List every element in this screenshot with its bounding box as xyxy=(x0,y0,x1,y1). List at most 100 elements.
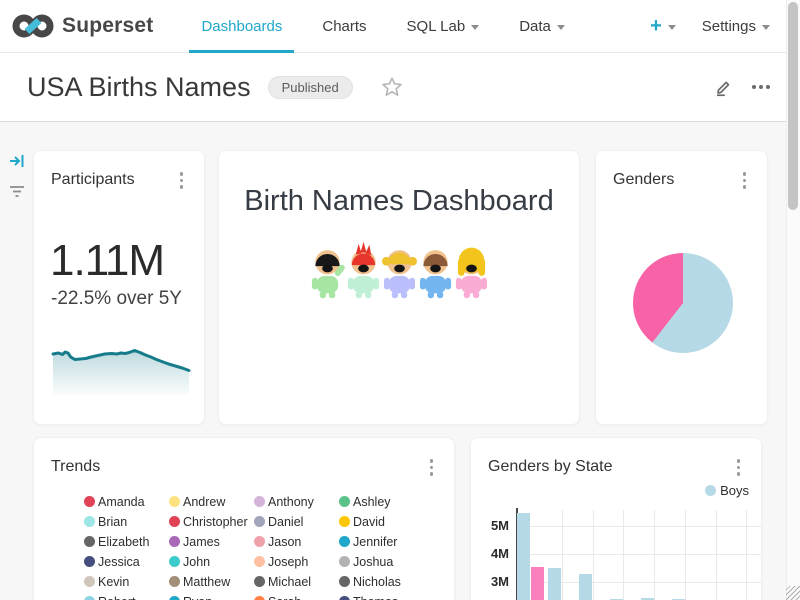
edit-pencil-icon[interactable] xyxy=(712,76,734,98)
legend-item-anthony[interactable]: Anthony xyxy=(254,495,339,509)
legend-dot xyxy=(254,596,265,600)
nav-item-dashboards[interactable]: Dashboards xyxy=(181,0,302,52)
vertical-scrollbar-thumb[interactable] xyxy=(788,2,798,210)
chevron-down-icon xyxy=(762,25,770,30)
legend-item-brian[interactable]: Brian xyxy=(84,515,169,529)
legend-item-michael[interactable]: Michael xyxy=(254,575,339,589)
legend-item-christopher[interactable]: Christopher xyxy=(169,515,254,529)
page-title: USA Births Names xyxy=(27,72,251,103)
legend-item-thomas[interactable]: Thomas xyxy=(339,595,424,600)
legend-dot xyxy=(84,516,95,527)
chevron-down-icon xyxy=(668,25,676,30)
participants-big-number: 1.11M xyxy=(50,236,204,286)
legend-item-matthew[interactable]: Matthew xyxy=(169,575,254,589)
bar-3 xyxy=(579,574,592,600)
kid-red-hair-mint xyxy=(346,240,381,300)
legend-label: Christopher xyxy=(183,515,248,529)
legend-dot xyxy=(84,596,95,600)
legend-label: Nicholas xyxy=(353,575,401,589)
legend-item-james[interactable]: James xyxy=(169,535,254,549)
legend-dot xyxy=(169,576,180,587)
kebab-menu-icon[interactable] xyxy=(425,456,439,479)
legend-dot xyxy=(169,496,180,507)
nav-item-label: SQL Lab xyxy=(407,18,466,35)
legend-item-ashley[interactable]: Ashley xyxy=(339,495,424,509)
legend-dot xyxy=(254,516,265,527)
settings-label: Settings xyxy=(702,18,756,35)
legend-dot xyxy=(339,556,350,567)
new-item-button[interactable]: + xyxy=(650,16,676,36)
y-axis-tick: 4M xyxy=(471,546,509,561)
nav-menu: Dashboards Charts SQL Lab Data xyxy=(181,0,584,52)
kid-black-hair-green xyxy=(310,240,345,300)
legend-dot xyxy=(169,596,180,600)
nav-item-charts[interactable]: Charts xyxy=(302,0,386,52)
filter-icon[interactable] xyxy=(8,182,26,205)
legend-item-john[interactable]: John xyxy=(169,555,254,569)
legend-item-amanda[interactable]: Amanda xyxy=(84,495,169,509)
legend-label: Jessica xyxy=(98,555,140,569)
legend-label: Joseph xyxy=(268,555,308,569)
legend-item-jennifer[interactable]: Jennifer xyxy=(339,535,424,549)
legend-label: Ryan xyxy=(183,595,212,600)
dashboard-header: USA Births Names Published xyxy=(0,53,800,122)
bar-0 xyxy=(517,513,530,600)
legend-item-nicholas[interactable]: Nicholas xyxy=(339,575,424,589)
legend-label: Sarah xyxy=(268,595,301,600)
legend-item-elizabeth[interactable]: Elizabeth xyxy=(84,535,169,549)
legend-dot xyxy=(339,516,350,527)
legend-label: Elizabeth xyxy=(98,535,149,549)
genders-by-state-bar-chart: 5M4M3M xyxy=(471,438,762,600)
trends-card-title: Trends xyxy=(51,458,100,476)
legend-dot xyxy=(254,496,265,507)
nav-item-sql-lab[interactable]: SQL Lab xyxy=(387,0,500,52)
participants-trendline-chart xyxy=(49,329,193,395)
settings-menu[interactable]: Settings xyxy=(702,18,770,35)
genders-pie-chart xyxy=(633,253,733,353)
legend-item-jason[interactable]: Jason xyxy=(254,535,339,549)
expand-filter-bar-icon[interactable] xyxy=(8,152,26,175)
legend-item-jessica[interactable]: Jessica xyxy=(84,555,169,569)
legend-item-robert[interactable]: Robert xyxy=(84,595,169,600)
legend-label: John xyxy=(183,555,210,569)
kid-blonde-periwinkle xyxy=(382,240,417,300)
superset-logo[interactable]: Superset xyxy=(12,12,153,40)
favorite-star-icon[interactable] xyxy=(381,76,403,98)
legend-item-daniel[interactable]: Daniel xyxy=(254,515,339,529)
legend-dot xyxy=(339,496,350,507)
window-resize-grip[interactable] xyxy=(786,586,800,600)
nav-item-data[interactable]: Data xyxy=(499,0,585,52)
legend-dot xyxy=(339,576,350,587)
legend-label: Andrew xyxy=(183,495,225,509)
kebab-menu-icon[interactable] xyxy=(738,169,752,192)
bar-2 xyxy=(548,568,561,600)
legend-label: Jennifer xyxy=(353,535,397,549)
legend-dot xyxy=(254,576,265,587)
legend-item-kevin[interactable]: Kevin xyxy=(84,575,169,589)
legend-item-andrew[interactable]: Andrew xyxy=(169,495,254,509)
legend-label: David xyxy=(353,515,385,529)
legend-label: Kevin xyxy=(98,575,129,589)
legend-dot xyxy=(339,596,350,600)
y-axis-tick: 3M xyxy=(471,574,509,589)
trends-card: Trends Amanda Andrew Anthony Ashley Brian Chr… xyxy=(33,437,455,600)
legend-dot xyxy=(84,536,95,547)
legend-label: Amanda xyxy=(98,495,145,509)
legend-label: Anthony xyxy=(268,495,314,509)
more-actions-icon[interactable] xyxy=(748,81,774,93)
legend-label: Matthew xyxy=(183,575,230,589)
legend-dot xyxy=(169,556,180,567)
top-navbar: Superset Dashboards Charts SQL Lab Data + S… xyxy=(0,0,800,53)
legend-item-ryan[interactable]: Ryan xyxy=(169,595,254,600)
legend-item-sarah[interactable]: Sarah xyxy=(254,595,339,600)
published-badge[interactable]: Published xyxy=(268,76,353,99)
kebab-menu-icon[interactable] xyxy=(175,169,189,192)
vertical-scrollbar-track[interactable] xyxy=(786,0,800,600)
legend-item-david[interactable]: David xyxy=(339,515,424,529)
legend-dot xyxy=(169,516,180,527)
nav-item-label: Dashboards xyxy=(201,18,282,35)
brand-name: Superset xyxy=(62,14,153,38)
legend-item-joseph[interactable]: Joseph xyxy=(254,555,339,569)
legend-item-joshua[interactable]: Joshua xyxy=(339,555,424,569)
legend-dot xyxy=(84,496,95,507)
